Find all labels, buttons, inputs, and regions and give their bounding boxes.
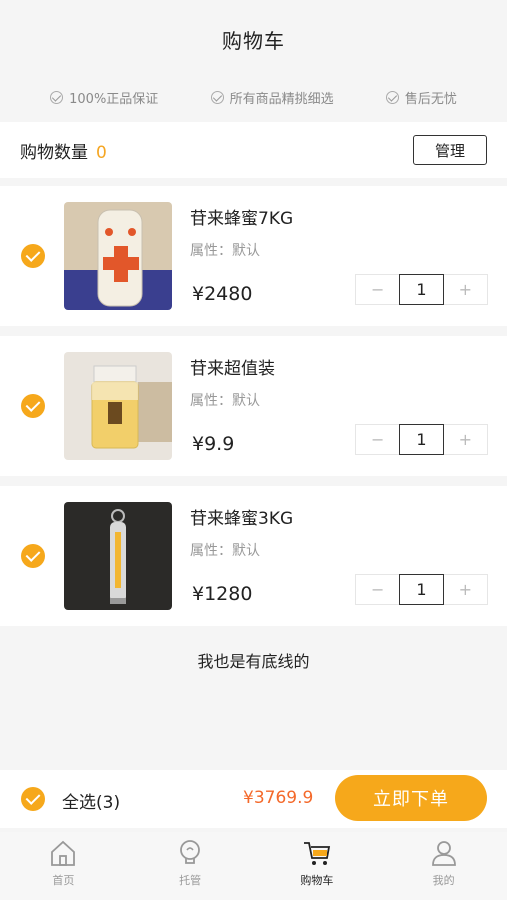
select-all-checkbox[interactable] [21, 787, 45, 811]
product-name[interactable]: 苷来超值装 [190, 354, 275, 379]
product-price: ¥9.9 [192, 433, 235, 455]
quantity-input[interactable]: 1 [399, 424, 444, 455]
product-attribute: 属性：默认 [190, 243, 260, 259]
tab-label: 首页 [52, 874, 75, 887]
cart-icon [303, 842, 330, 865]
product-attribute: 属性：默认 [190, 393, 260, 409]
user-icon [431, 841, 456, 866]
cart-item: 苷来蜂蜜3KG 属性：默认 ¥1280 − 1 + [0, 486, 507, 626]
guarantee-item: 所有商品精挑细选 [210, 88, 334, 107]
product-price: ¥1280 [192, 583, 253, 605]
item-checkbox[interactable] [21, 394, 45, 418]
check-circle-icon [50, 90, 64, 104]
check-circle-icon [385, 90, 399, 104]
guarantee-label: 售后无忧 [404, 91, 457, 107]
increment-button[interactable]: + [444, 425, 487, 454]
increment-button[interactable]: + [444, 275, 487, 304]
product-image[interactable] [64, 202, 172, 310]
quantity-input[interactable]: 1 [399, 274, 444, 305]
product-name[interactable]: 苷来蜂蜜3KG [190, 504, 293, 529]
title-bar: 购物车 [0, 0, 507, 78]
quantity-stepper: − 1 + [355, 274, 488, 305]
cart-item: 苷来蜂蜜7KG 属性：默认 ¥2480 − 1 + [0, 186, 507, 326]
product-attribute: 属性：默认 [190, 543, 260, 559]
cart-count-value: 0 [96, 142, 107, 163]
bulb-icon [180, 840, 201, 864]
cart-count: 购物数量 0 [20, 138, 107, 163]
tab-custody[interactable]: 托管 [127, 832, 254, 900]
manage-button[interactable]: 管理 [413, 135, 487, 165]
decrement-button[interactable]: − [356, 425, 399, 454]
guarantee-item: 100%正品保证 [50, 88, 158, 107]
place-order-button[interactable]: 立即下单 [335, 775, 487, 821]
tab-cart[interactable]: 购物车 [254, 832, 381, 900]
total-price: ¥3769.9 [243, 788, 314, 808]
guarantee-label: 所有商品精挑细选 [229, 91, 334, 107]
quantity-input[interactable]: 1 [399, 574, 444, 605]
cart-count-label: 购物数量 [20, 142, 88, 163]
list-end-note: 我也是有底线的 [197, 652, 310, 671]
tab-label: 托管 [179, 874, 202, 887]
guarantee-bar: 100%正品保证 所有商品精挑细选 售后无忧 [0, 78, 507, 116]
tab-me[interactable]: 我的 [380, 832, 507, 900]
product-image[interactable] [64, 502, 172, 610]
tab-label: 购物车 [300, 874, 334, 887]
quantity-stepper: − 1 + [355, 424, 488, 455]
quantity-stepper: − 1 + [355, 574, 488, 605]
item-checkbox[interactable] [21, 244, 45, 268]
product-name[interactable]: 苷来蜂蜜7KG [190, 204, 293, 229]
item-checkbox[interactable] [21, 544, 45, 568]
product-image[interactable] [64, 352, 172, 460]
check-circle-icon [210, 90, 224, 104]
guarantee-label: 100%正品保证 [69, 91, 159, 107]
checkout-bar: 全选(3) ¥3769.9 立即下单 [0, 770, 507, 828]
home-icon [51, 840, 76, 866]
guarantee-item: 售后无忧 [385, 88, 457, 107]
product-price: ¥2480 [192, 283, 253, 305]
bottom-tab-bar: 首页 托管 购物车 我的 [0, 832, 507, 900]
decrement-button[interactable]: − [356, 575, 399, 604]
page-title: 购物车 [222, 28, 285, 53]
cart-item: 苷来超值装 属性：默认 ¥9.9 − 1 + [0, 336, 507, 476]
select-all-label[interactable]: 全选(3) [62, 788, 120, 813]
decrement-button[interactable]: − [356, 275, 399, 304]
tab-label: 我的 [432, 874, 455, 887]
increment-button[interactable]: + [444, 575, 487, 604]
cart-count-bar: 购物数量 0 管理 [0, 122, 507, 178]
tab-home[interactable]: 首页 [0, 832, 127, 900]
